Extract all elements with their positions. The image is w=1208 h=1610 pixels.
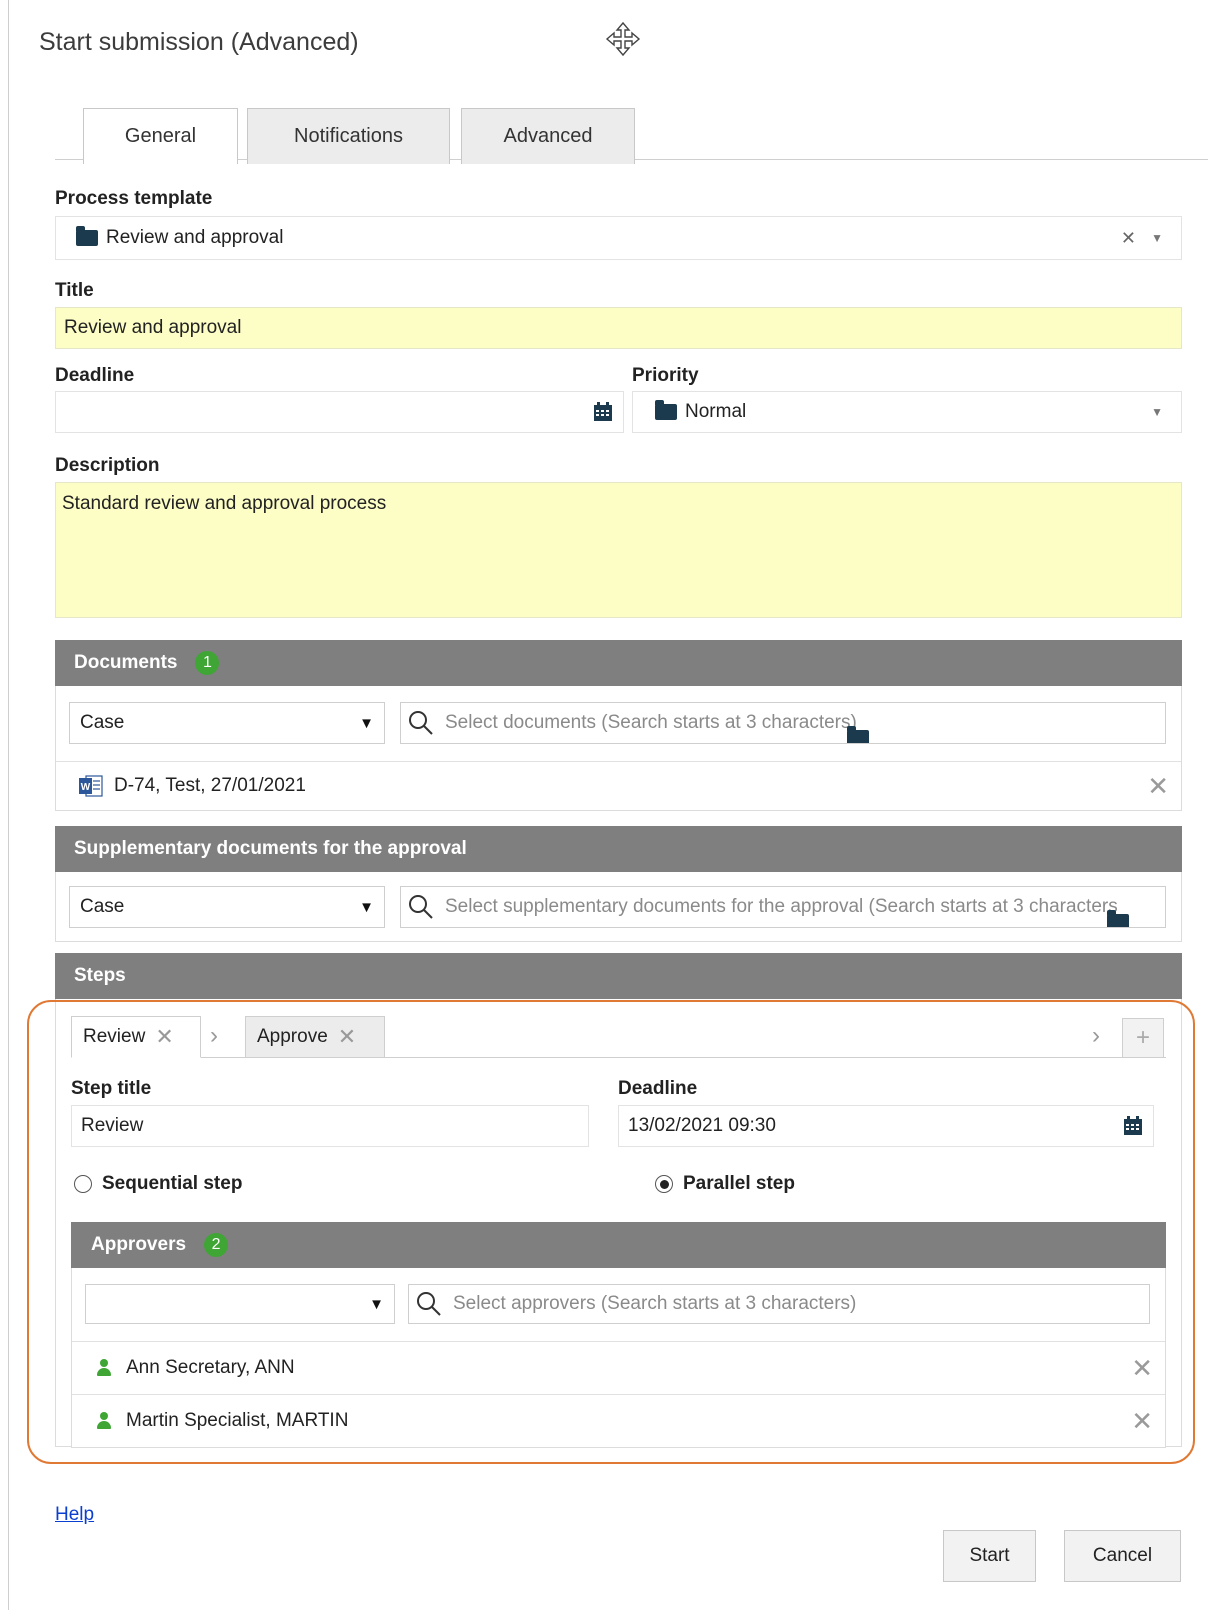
- documents-search-input[interactable]: Select documents (Search starts at 3 cha…: [400, 702, 1166, 744]
- document-item-label: D-74, Test, 27/01/2021: [114, 775, 306, 796]
- chevron-down-icon: ▼: [359, 714, 374, 732]
- dialog-title: Start submission (Advanced): [39, 28, 359, 56]
- priority-value: Normal: [685, 401, 747, 422]
- documents-scope-select[interactable]: Case ▼: [69, 702, 385, 744]
- documents-count-badge: 1: [195, 651, 220, 675]
- list-item: W D-74, Test, 27/01/2021 ✕: [56, 761, 1181, 810]
- folder-icon: [76, 226, 98, 246]
- deadline-label: Deadline: [55, 365, 135, 386]
- calendar-icon[interactable]: [593, 402, 613, 422]
- search-icon: [409, 711, 433, 735]
- steps-header-label: Steps: [74, 965, 126, 986]
- description-textarea[interactable]: Standard review and approval process: [55, 482, 1182, 618]
- process-template-value: Review and approval: [106, 227, 284, 248]
- steps-header: Steps: [55, 953, 1182, 999]
- search-icon: [409, 895, 433, 919]
- supplementary-search-input[interactable]: Select supplementary documents for the a…: [400, 886, 1166, 928]
- supplementary-header-label: Supplementary documents for the approval: [74, 838, 467, 859]
- folder-icon: [655, 400, 677, 420]
- priority-label: Priority: [632, 365, 699, 386]
- word-doc-icon: W: [79, 775, 103, 797]
- documents-header-label: Documents: [74, 652, 178, 673]
- folder-icon[interactable]: [1107, 910, 1129, 927]
- svg-text:W: W: [81, 782, 91, 793]
- folder-icon[interactable]: [846, 726, 869, 743]
- deadline-input[interactable]: [55, 391, 624, 433]
- clear-icon[interactable]: ✕: [1121, 228, 1136, 249]
- cancel-button[interactable]: Cancel: [1064, 1530, 1181, 1582]
- chevron-down-icon[interactable]: ▼: [1151, 231, 1163, 245]
- priority-select[interactable]: Normal ▼: [632, 391, 1182, 433]
- tab-notifications[interactable]: Notifications: [247, 108, 450, 164]
- documents-search-placeholder: Select documents (Search starts at 3 cha…: [445, 712, 857, 733]
- highlight-annotation: [27, 1000, 1195, 1464]
- supplementary-scope-value: Case: [80, 896, 125, 917]
- tab-general[interactable]: General: [83, 108, 238, 164]
- chevron-down-icon: ▼: [359, 898, 374, 916]
- window-left-border: [8, 0, 9, 1610]
- documents-header: Documents 1: [55, 640, 1182, 686]
- remove-document-icon[interactable]: ✕: [1147, 771, 1169, 802]
- process-template-label: Process template: [55, 188, 213, 209]
- search-input-fade: [1125, 887, 1165, 927]
- start-button[interactable]: Start: [943, 1530, 1036, 1582]
- title-label: Title: [55, 280, 94, 301]
- supplementary-search-placeholder: Select supplementary documents for the a…: [445, 896, 1117, 917]
- supplementary-header: Supplementary documents for the approval: [55, 826, 1182, 872]
- description-label: Description: [55, 455, 160, 476]
- help-link[interactable]: Help: [55, 1504, 94, 1526]
- tab-advanced[interactable]: Advanced: [461, 108, 635, 164]
- move-icon[interactable]: [604, 20, 642, 58]
- documents-scope-value: Case: [80, 712, 125, 733]
- title-input[interactable]: Review and approval: [55, 307, 1182, 349]
- supplementary-scope-select[interactable]: Case ▼: [69, 886, 385, 928]
- chevron-down-icon[interactable]: ▼: [1151, 405, 1163, 419]
- process-template-select[interactable]: Review and approval ✕ ▼: [55, 216, 1182, 260]
